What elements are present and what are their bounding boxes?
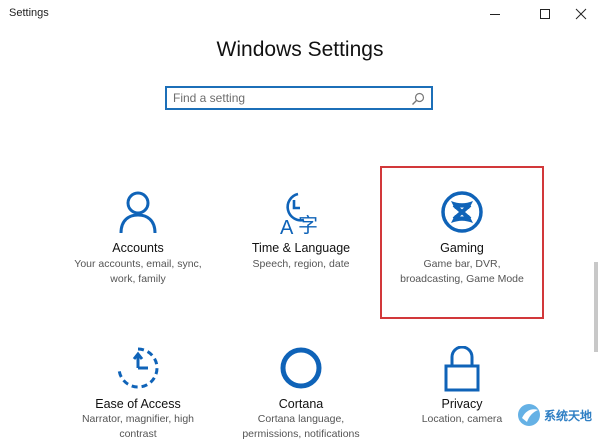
tile-name: Privacy (441, 397, 483, 411)
tile-desc-line: Game bar, DVR, (423, 258, 501, 270)
maximize-button[interactable] (530, 3, 560, 25)
tile-desc-line: contrast (119, 428, 157, 440)
close-icon (575, 8, 587, 20)
tile-gaming[interactable]: Gaming Game bar, DVR, broadcasting, Game… (387, 190, 537, 300)
tile-name: Ease of Access (95, 397, 181, 411)
lock-icon (444, 346, 480, 392)
svg-text:A: A (280, 217, 294, 236)
maximize-icon (540, 9, 550, 19)
tile-name: Time & Language (251, 241, 351, 255)
search-input[interactable] (173, 90, 409, 106)
ease-of-access-icon (117, 347, 159, 389)
tile-desc-line: Speech, region, date (252, 258, 350, 270)
tile-desc-line: Location, camera (421, 413, 503, 425)
watermark: 系统天地 (516, 400, 600, 431)
tile-desc-line: permissions, notifications (242, 428, 360, 440)
time-language-icon: A 字 (280, 192, 318, 236)
search-box[interactable] (165, 86, 433, 110)
tile-desc-line: Cortana language, (257, 413, 345, 425)
close-button[interactable] (566, 3, 596, 25)
tile-accounts[interactable]: Accounts Your accounts, email, sync, wor… (63, 190, 213, 300)
minimize-button[interactable] (480, 3, 510, 25)
tile-name: Accounts (112, 241, 164, 255)
title-bar: Settings (0, 0, 600, 28)
watermark-text: 系统天地 (544, 409, 593, 423)
tile-privacy[interactable]: Privacy Location, camera (387, 346, 537, 431)
app-title: Settings (9, 7, 49, 19)
minimize-icon (490, 14, 500, 15)
tile-desc-line: Your accounts, email, sync, (74, 258, 202, 270)
tile-desc-line: work, family (110, 273, 166, 285)
search-icon (412, 92, 425, 105)
svg-text:字: 字 (298, 213, 318, 236)
page-title: Windows Settings (216, 38, 384, 61)
scrollbar-thumb[interactable] (594, 262, 598, 352)
tile-ease-of-access[interactable]: Ease of Access Narrator, magnifier, high… (63, 346, 213, 440)
tile-desc-line: broadcasting, Game Mode (400, 273, 524, 285)
watermark-logo-icon (518, 404, 540, 426)
cortana-icon (280, 347, 322, 389)
tile-cortana[interactable]: Cortana Cortana language, permissions, n… (226, 346, 376, 440)
tile-desc-line: Narrator, magnifier, high (81, 413, 195, 425)
tile-time-language[interactable]: A 字 Time & Language Speech, region, date (226, 190, 376, 300)
person-icon (119, 191, 157, 234)
tile-name: Cortana (278, 397, 324, 411)
tile-name: Gaming (440, 241, 484, 255)
xbox-icon (441, 191, 483, 233)
